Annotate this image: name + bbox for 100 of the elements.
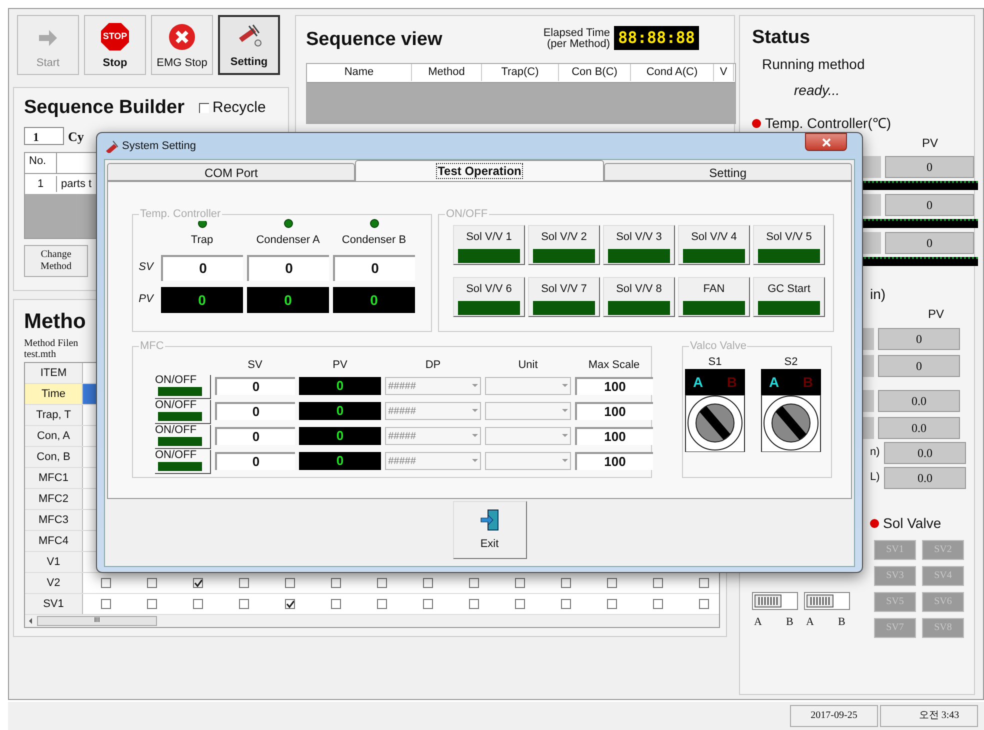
close-button[interactable]: [805, 133, 847, 151]
row-header[interactable]: V1: [25, 552, 83, 572]
toggle-button[interactable]: Sol V/V 2: [528, 225, 600, 265]
row-header[interactable]: V2: [25, 573, 83, 593]
checkbox[interactable]: [515, 599, 525, 609]
sv-input-field[interactable]: 0: [215, 452, 295, 470]
toolbar-button[interactable]: Setting: [218, 15, 280, 75]
checkbox[interactable]: [147, 578, 157, 588]
checkbox[interactable]: [607, 599, 617, 609]
sv-input-field[interactable]: 0: [215, 427, 295, 445]
section-title: in): [870, 284, 886, 304]
indicator-bar: [458, 248, 520, 262]
checkbox[interactable]: [147, 599, 157, 609]
checkbox[interactable]: [285, 599, 295, 609]
toggle-button[interactable]: Sol V/V 7: [528, 277, 600, 317]
checkbox[interactable]: [469, 599, 479, 609]
checkbox[interactable]: [607, 578, 617, 588]
tab[interactable]: COM Port: [107, 163, 356, 181]
column-header: Max Scale: [587, 358, 641, 373]
tab[interactable]: Setting: [604, 163, 852, 181]
row-header[interactable]: Con, B: [25, 447, 83, 467]
max-scale-field[interactable]: 100: [575, 452, 653, 470]
row-header[interactable]: Con, A: [25, 426, 83, 446]
indicator-bar: [158, 462, 202, 470]
checkbox[interactable]: [699, 599, 709, 609]
column-header: SV: [246, 358, 264, 373]
checkbox[interactable]: [377, 599, 387, 609]
column-header: No.: [25, 153, 57, 173]
sv-input-field[interactable]: 0: [333, 254, 415, 280]
row-header[interactable]: MFC4: [25, 531, 83, 551]
row-header[interactable]: MFC3: [25, 510, 83, 530]
toggle-button[interactable]: Sol V/V 8: [603, 277, 675, 317]
pv-value-field: 0: [878, 328, 960, 350]
sv-input-field[interactable]: 0: [215, 377, 295, 395]
dropdown[interactable]: #####: [385, 402, 481, 420]
toggle-button[interactable]: Sol V/V 4: [678, 225, 750, 265]
checkbox[interactable]: [515, 578, 525, 588]
toggle-button[interactable]: Sol V/V 3: [603, 225, 675, 265]
panel-title: Status: [752, 26, 812, 50]
dropdown[interactable]: #####: [385, 452, 481, 470]
max-scale-field[interactable]: 100: [575, 427, 653, 445]
dropdown[interactable]: #####: [385, 427, 481, 445]
toggle-button[interactable]: Sol V/V 5: [753, 225, 825, 265]
checkbox[interactable]: [653, 578, 663, 588]
row-header[interactable]: SV1: [25, 594, 83, 614]
checkbox[interactable]: [193, 578, 203, 588]
checkbox[interactable]: [101, 599, 111, 609]
checkbox[interactable]: [239, 578, 249, 588]
checkbox[interactable]: [469, 578, 479, 588]
channel-label: Trap: [190, 233, 214, 248]
checkbox[interactable]: [423, 599, 433, 609]
checkbox[interactable]: [423, 578, 433, 588]
checkbox[interactable]: [331, 599, 341, 609]
checkbox[interactable]: [331, 578, 341, 588]
column-header: Name: [307, 64, 412, 81]
sv-input-field[interactable]: 0: [161, 254, 243, 280]
status-text: ready...: [793, 80, 841, 100]
checkbox[interactable]: [285, 578, 295, 588]
checkbox[interactable]: [561, 578, 571, 588]
max-scale-field[interactable]: 100: [575, 377, 653, 395]
checkbox[interactable]: [561, 599, 571, 609]
toggle-button[interactable]: GC Start: [753, 277, 825, 317]
checkbox[interactable]: [101, 578, 111, 588]
row-header[interactable]: Time: [25, 384, 83, 404]
toggle-button[interactable]: ON/OFF: [155, 374, 211, 398]
toggle-button[interactable]: ON/OFF: [155, 450, 211, 474]
toggle-button[interactable]: ON/OFF: [155, 424, 211, 448]
table-cell-text: parts t: [60, 176, 92, 192]
toolbar-button[interactable]: EMG Stop: [151, 15, 213, 75]
sv-input-field[interactable]: 0: [247, 254, 329, 280]
dropdown-value: #####: [388, 430, 416, 444]
indicator-bar: [158, 436, 202, 446]
tab[interactable]: Test Operation: [355, 160, 604, 181]
table-cell: 1: [25, 176, 57, 192]
pv-value-field: 0: [884, 194, 974, 216]
checkbox[interactable]: [193, 599, 203, 609]
toggle-button[interactable]: FAN: [678, 277, 750, 317]
toggle-button[interactable]: Sol V/V 1: [453, 225, 525, 265]
indicator-bar: [608, 300, 670, 314]
cycle-field[interactable]: 1: [24, 127, 64, 146]
dropdown[interactable]: #####: [385, 377, 481, 395]
position-label: A: [693, 372, 704, 392]
toggle-button[interactable]: ON/OFF: [155, 400, 211, 424]
row-header[interactable]: MFC1: [25, 468, 83, 488]
exit-button[interactable]: Exit: [452, 501, 526, 559]
max-scale-field[interactable]: 100: [575, 402, 653, 420]
recycle-checkbox[interactable]: Recycle: [198, 97, 266, 120]
change-method-button[interactable]: Change Method: [24, 245, 88, 277]
row-header[interactable]: MFC2: [25, 489, 83, 509]
check-icon: [194, 579, 202, 587]
row-label: PV: [138, 292, 155, 308]
row-label: SV: [138, 260, 155, 276]
toolbar-button[interactable]: STOP Stop: [84, 15, 146, 75]
checkbox[interactable]: [239, 599, 249, 609]
checkbox[interactable]: [699, 578, 709, 588]
toggle-button[interactable]: Sol V/V 6: [453, 277, 525, 317]
row-header[interactable]: Trap, T: [25, 405, 83, 425]
sv-input-field[interactable]: 0: [215, 402, 295, 420]
checkbox[interactable]: [377, 578, 387, 588]
checkbox[interactable]: [653, 599, 663, 609]
